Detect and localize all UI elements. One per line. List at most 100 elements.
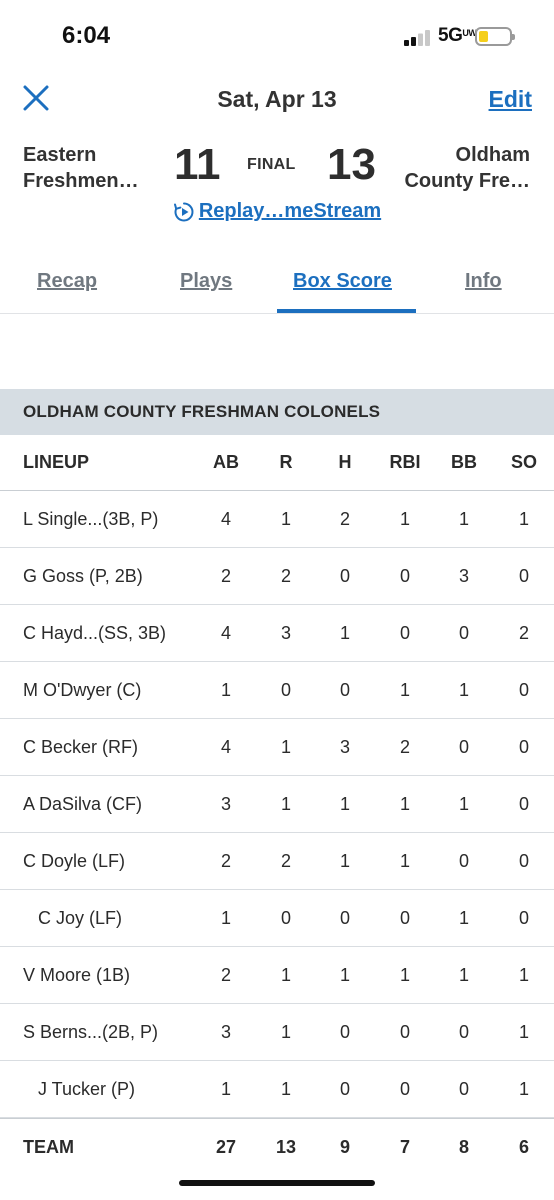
tab-plays[interactable]: Plays (180, 270, 232, 293)
table-row[interactable]: C Hayd...(SS, 3B) 4 3 1 0 0 2 (0, 605, 554, 662)
tab-box-score[interactable]: Box Score (293, 270, 392, 293)
stat-h: 0 (339, 565, 350, 586)
tab-info[interactable]: Info (465, 270, 502, 293)
close-icon[interactable] (20, 82, 52, 114)
replay-link[interactable]: Replay…meStream (173, 200, 381, 223)
stat-r: 1 (280, 964, 291, 985)
stat-so: 2 (518, 622, 529, 643)
table-header-row: LINEUP AB R H RBI BB SO (0, 435, 554, 491)
column-header-r: R (279, 452, 293, 472)
column-header-ab: AB (213, 452, 239, 472)
home-indicator (179, 1180, 375, 1186)
stat-h: 3 (339, 736, 350, 757)
player-name[interactable]: C Doyle (LF) (23, 833, 125, 889)
stat-bb: 0 (458, 622, 469, 643)
stat-rbi: 0 (399, 622, 410, 643)
stat-so: 0 (518, 850, 529, 871)
battery-level (479, 31, 488, 42)
home-team-line2: Freshmen… (23, 170, 139, 192)
stat-so: 0 (518, 679, 529, 700)
tab-bar: Recap Plays Box Score Info (0, 262, 554, 314)
table-row[interactable]: A DaSilva (CF) 3 1 1 1 1 0 (0, 776, 554, 833)
player-name[interactable]: V Moore (1B) (23, 947, 130, 1003)
stat-so: 0 (518, 907, 529, 928)
player-name[interactable]: C Joy (LF) (38, 890, 122, 946)
player-name[interactable]: C Hayd...(SS, 3B) (23, 605, 166, 661)
edit-button[interactable]: Edit (489, 86, 532, 113)
stat-so: 0 (518, 736, 529, 757)
stat-ab: 2 (220, 565, 231, 586)
stat-h: 0 (339, 1021, 350, 1042)
status-bar: 6:04 5GUW (0, 0, 554, 70)
stat-rbi: 0 (399, 1078, 410, 1099)
nav-bar: Sat, Apr 13 Edit (0, 78, 554, 120)
active-tab-indicator (277, 309, 416, 313)
team-section-header: OLDHAM COUNTY FRESHMAN COLONELS (0, 389, 554, 435)
stat-ab: 2 (220, 964, 231, 985)
stat-so: 1 (518, 1078, 529, 1099)
player-name: TEAM (23, 1136, 74, 1157)
stat-so: 0 (518, 565, 529, 586)
stat-r: 13 (275, 1136, 297, 1157)
stat-h: 0 (339, 907, 350, 928)
home-team-name[interactable]: Eastern Freshmen… (23, 142, 139, 194)
stat-h: 1 (339, 793, 350, 814)
stat-rbi: 0 (399, 565, 410, 586)
stat-r: 0 (280, 907, 291, 928)
stat-rbi: 0 (399, 1021, 410, 1042)
stat-r: 2 (280, 565, 291, 586)
scoreboard: Eastern Freshmen… 11 FINAL 13 Oldham Cou… (0, 138, 554, 198)
stat-bb: 1 (458, 964, 469, 985)
tab-recap[interactable]: Recap (37, 270, 97, 293)
column-header-lineup: LINEUP (23, 452, 90, 472)
replay-label: Replay…meStream (198, 200, 382, 222)
network-type: 5GUW (438, 25, 477, 46)
column-header-rbi: RBI (389, 452, 421, 472)
table-row[interactable]: C Doyle (LF) 2 2 1 1 0 0 (0, 833, 554, 890)
table-row[interactable]: J Tucker (P) 1 1 0 0 0 1 (0, 1061, 554, 1118)
stat-bb: 3 (458, 565, 469, 586)
player-name[interactable]: J Tucker (P) (38, 1061, 135, 1117)
player-name[interactable]: C Becker (RF) (23, 719, 138, 775)
stat-so: 6 (518, 1136, 529, 1157)
stat-ab: 27 (215, 1136, 237, 1157)
stat-ab: 4 (220, 508, 231, 529)
stat-so: 1 (518, 508, 529, 529)
stat-so: 0 (518, 793, 529, 814)
stat-bb: 0 (458, 736, 469, 757)
stat-ab: 3 (220, 1021, 231, 1042)
table-row[interactable]: V Moore (1B) 2 1 1 1 1 1 (0, 947, 554, 1004)
stat-bb: 1 (458, 508, 469, 529)
replay-icon (173, 202, 194, 221)
stat-rbi: 2 (399, 736, 410, 757)
player-name[interactable]: S Berns...(2B, P) (23, 1004, 158, 1060)
player-name[interactable]: M O'Dwyer (C) (23, 662, 141, 718)
battery-icon (475, 27, 515, 46)
box-score-table: LINEUP AB R H RBI BB SO L Single...(3B, … (0, 435, 554, 1175)
table-row[interactable]: G Goss (P, 2B) 2 2 0 0 3 0 (0, 548, 554, 605)
stat-rbi: 1 (399, 508, 410, 529)
stat-rbi: 1 (399, 793, 410, 814)
table-row[interactable]: C Joy (LF) 1 0 0 0 1 0 (0, 890, 554, 947)
stat-so: 1 (518, 964, 529, 985)
table-row[interactable]: L Single...(3B, P) 4 1 2 1 1 1 (0, 491, 554, 548)
player-name[interactable]: L Single...(3B, P) (23, 491, 158, 547)
stat-bb: 1 (458, 907, 469, 928)
table-row[interactable]: C Becker (RF) 4 1 3 2 0 0 (0, 719, 554, 776)
away-team-name[interactable]: Oldham County Fre… (404, 142, 530, 194)
player-name[interactable]: G Goss (P, 2B) (23, 548, 143, 604)
stat-r: 3 (280, 622, 291, 643)
stat-h: 2 (339, 508, 350, 529)
stat-bb: 1 (458, 679, 469, 700)
stat-ab: 1 (220, 907, 231, 928)
stat-bb: 0 (458, 1078, 469, 1099)
table-row[interactable]: M O'Dwyer (C) 1 0 0 1 1 0 (0, 662, 554, 719)
stat-bb: 0 (458, 850, 469, 871)
page-title: Sat, Apr 13 (217, 86, 337, 112)
stat-rbi: 1 (399, 850, 410, 871)
stat-r: 1 (280, 1078, 291, 1099)
table-row[interactable]: S Berns...(2B, P) 3 1 0 0 0 1 (0, 1004, 554, 1061)
player-name[interactable]: A DaSilva (CF) (23, 776, 142, 832)
stat-ab: 4 (220, 736, 231, 757)
home-score: 11 (174, 140, 221, 189)
